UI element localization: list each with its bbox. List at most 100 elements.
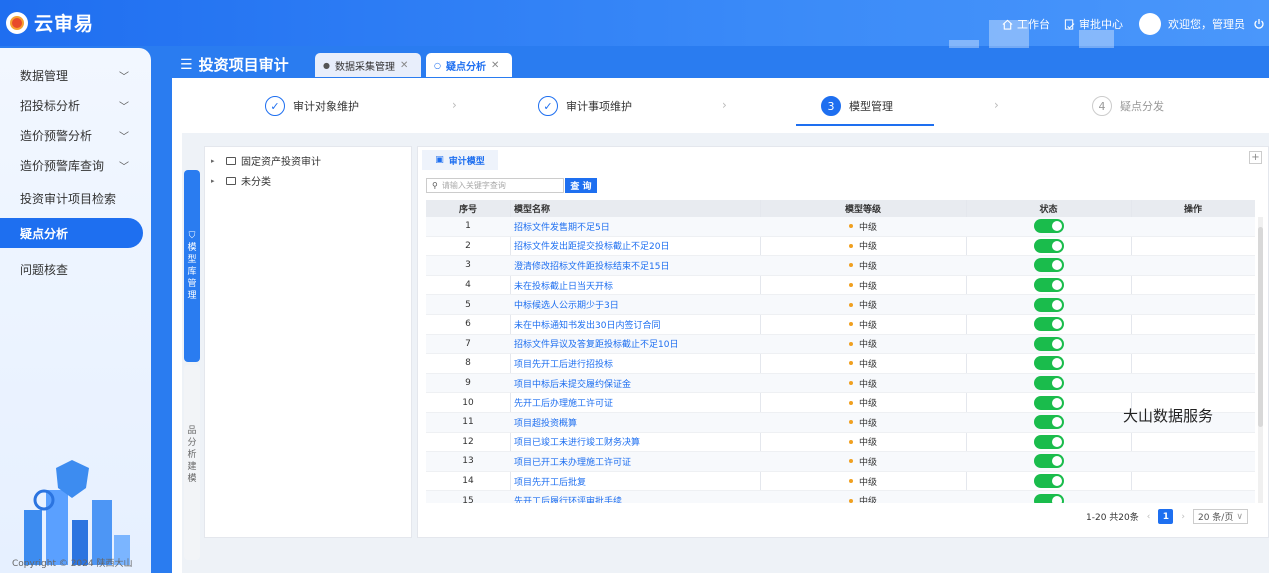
tab-audit-model[interactable]: ▣ 审计模型 — [422, 150, 498, 170]
cell-status — [966, 276, 1131, 295]
status-toggle[interactable] — [1033, 415, 1064, 430]
page-size-select[interactable]: 20 条/页 ∨ — [1192, 509, 1248, 524]
tab-analysis-modeling[interactable]: 品分析建模 — [184, 365, 200, 560]
sidebar-item-cost-warning-query[interactable]: 造价预警库查询 ﹀ — [0, 150, 151, 180]
close-icon[interactable]: ✕ — [400, 60, 408, 71]
step-audit-item[interactable]: ✓ 审计事项维护 — [538, 96, 632, 116]
model-name-link[interactable]: 项目已开工未办理施工许可证 — [514, 452, 759, 471]
sidebar-item-project-search[interactable]: 投资审计项目检索 — [0, 183, 151, 213]
model-name-link[interactable]: 招标文件异议及答复距投标截止不足10日 — [514, 335, 759, 354]
model-name-link[interactable]: 先开工后办理施工许可证 — [514, 393, 759, 412]
welcome-text: 欢迎您，管理员 — [1168, 18, 1245, 31]
tree-node[interactable]: ▸ 固定资产投资审计 — [211, 153, 321, 168]
workbench-link[interactable]: 工作台 — [1002, 16, 1050, 32]
status-toggle[interactable] — [1033, 395, 1064, 410]
sidebar-item-cost-warning[interactable]: 造价预警分析 ﹀ — [0, 120, 151, 150]
status-toggle[interactable] — [1033, 297, 1064, 312]
table-row[interactable]: 1 招标文件发售期不足5日 中级 — [426, 217, 1255, 237]
cell-action — [1131, 374, 1255, 393]
page-button-current[interactable]: 1 — [1158, 509, 1174, 524]
model-name-link[interactable]: 项目已竣工未进行竣工财务决算 — [514, 433, 759, 452]
table-row[interactable]: 6 未在中标通知书发出30日内签订合同 中级 — [426, 315, 1255, 335]
table-row[interactable]: 5 中标候选人公示期少于3日 中级 — [426, 295, 1255, 315]
cell-status — [966, 217, 1131, 236]
table-row[interactable]: 14 项目先开工后批复 中级 — [426, 472, 1255, 492]
status-toggle[interactable] — [1033, 474, 1064, 489]
sidebar-item-issue-check[interactable]: 问题核查 — [0, 254, 151, 284]
active-step-indicator — [796, 124, 934, 126]
sidebar-item-data-management[interactable]: 数据管理 ﹀ — [0, 60, 151, 90]
model-name-link[interactable]: 招标文件发出距提交投标截止不足20日 — [514, 237, 759, 256]
model-name-link[interactable]: 项目中标后未提交履约保证金 — [514, 374, 759, 393]
model-name-link[interactable]: 未在投标截止日当天开标 — [514, 276, 759, 295]
scrollbar-thumb[interactable] — [1258, 227, 1263, 427]
app-logo[interactable]: 云审易 — [6, 9, 94, 36]
status-toggle[interactable] — [1033, 317, 1064, 332]
step-model-management[interactable]: 3 模型管理 — [821, 96, 893, 116]
tab-data-collection[interactable]: ● 数据采集管理 ✕ — [315, 53, 421, 77]
model-name-link[interactable]: 项目先开工后批复 — [514, 472, 759, 491]
table-row[interactable]: 3 澄清修改招标文件距投标结束不足15日 中级 — [426, 256, 1255, 276]
search-input[interactable]: ⚲ 请输入关键字查询 — [426, 178, 564, 193]
power-icon[interactable] — [1253, 18, 1265, 30]
status-toggle[interactable] — [1033, 219, 1064, 234]
chevron-down-icon: ﹀ — [119, 162, 129, 173]
cell-action — [1131, 237, 1255, 256]
cell-no: 15 — [462, 495, 474, 503]
folder-icon — [226, 176, 236, 185]
step-audit-object[interactable]: ✓ 审计对象维护 — [265, 96, 359, 116]
sidebar-item-suspicion-analysis[interactable]: 疑点分析 — [0, 218, 143, 248]
grid-icon: ▣ — [435, 155, 444, 165]
caret-right-icon[interactable]: ▸ — [211, 177, 221, 185]
cell-status — [966, 472, 1131, 491]
table-row[interactable]: 13 项目已开工未办理施工许可证 中级 — [426, 452, 1255, 472]
close-icon[interactable]: ✕ — [491, 60, 499, 71]
table-row[interactable]: 9 项目中标后未提交履约保证金 中级 — [426, 373, 1255, 394]
page-size-value: 20 条/页 — [1197, 513, 1234, 523]
level-dot-icon — [848, 322, 853, 327]
level-dot-icon — [848, 400, 853, 405]
cell-status — [966, 237, 1131, 256]
table-row[interactable]: 8 项目先开工后进行招投标 中级 — [426, 354, 1255, 374]
status-toggle[interactable] — [1033, 278, 1064, 293]
model-name-link[interactable]: 未在中标通知书发出30日内签订合同 — [514, 315, 759, 334]
chevron-left-icon[interactable]: ‹ — [1147, 512, 1151, 522]
table-row[interactable]: 15 先开工后履行环评审批手续 中级 — [426, 491, 1255, 503]
table-row[interactable]: 2 招标文件发出距提交投标截止不足20日 中级 — [426, 237, 1255, 257]
model-name-link[interactable]: 先开工后履行环评审批手续 — [514, 491, 759, 503]
avatar[interactable] — [1139, 13, 1161, 35]
tab-suspicion-analysis[interactable]: ○ 疑点分析 ✕ — [426, 53, 512, 77]
model-name-link[interactable]: 中标候选人公示期少于3日 — [514, 295, 759, 314]
cell-no: 5 — [465, 299, 471, 310]
level-label: 中级 — [858, 379, 877, 390]
status-toggle[interactable] — [1033, 238, 1064, 253]
status-toggle[interactable] — [1033, 434, 1064, 449]
menu-icon[interactable]: ☰ — [180, 57, 193, 73]
status-toggle[interactable] — [1033, 258, 1064, 273]
model-name-link[interactable]: 澄清修改招标文件距投标结束不足15日 — [514, 256, 759, 275]
table-row[interactable]: 4 未在投标截止日当天开标 中级 — [426, 276, 1255, 296]
scrollbar[interactable] — [1258, 217, 1263, 503]
table-row[interactable]: 7 招标文件异议及答复距投标截止不足10日 中级 — [426, 334, 1255, 355]
step-label: 审计事项维护 — [566, 100, 632, 113]
step-label: 审计对象维护 — [293, 100, 359, 113]
status-toggle[interactable] — [1033, 356, 1064, 371]
model-name-link[interactable]: 项目先开工后进行招投标 — [514, 354, 759, 373]
tab-model-library[interactable]: ⛉ 模型库管理 — [184, 170, 200, 362]
status-toggle[interactable] — [1033, 493, 1064, 503]
tree-node[interactable]: ▸ 未分类 — [211, 173, 271, 188]
search-button[interactable]: 查 询 — [565, 178, 597, 193]
caret-right-icon[interactable]: ▸ — [211, 157, 221, 165]
chevron-right-icon[interactable]: › — [1181, 512, 1185, 522]
status-toggle[interactable] — [1033, 376, 1064, 391]
model-name-link[interactable]: 项目超投资概算 — [514, 413, 759, 432]
status-toggle[interactable] — [1033, 454, 1064, 469]
sidebar-item-bidding-analysis[interactable]: 招投标分析 ﹀ — [0, 90, 151, 120]
model-name-link[interactable]: 招标文件发售期不足5日 — [514, 217, 759, 236]
copyright: Copyright © 2024 陕西大山 — [12, 559, 133, 569]
step-suspicion-distribution[interactable]: 4 疑点分发 — [1092, 96, 1164, 116]
status-toggle[interactable] — [1033, 336, 1064, 351]
approval-center-link[interactable]: 审批中心 — [1064, 16, 1123, 32]
table-row[interactable]: 12 项目已竣工未进行竣工财务决算 中级 — [426, 433, 1255, 453]
add-button[interactable]: + — [1249, 151, 1262, 164]
